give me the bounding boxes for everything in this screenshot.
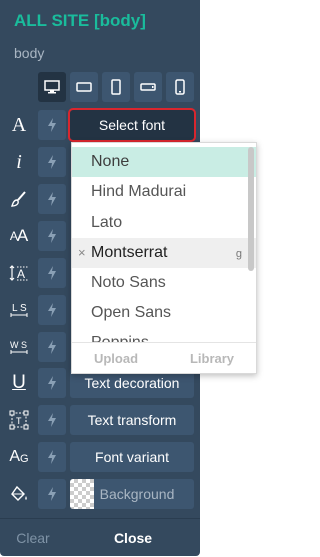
clear-button[interactable]: Clear [0,519,66,557]
tablet-portrait-view-button[interactable] [102,72,130,102]
background-row: Background [0,479,200,509]
tablet-landscape-icon [76,82,92,92]
letter-spacing-dynamic-button[interactable] [38,295,66,325]
line-height-icon: A [6,261,32,285]
font-variant-row: AG Font variant [0,442,200,472]
font-option-lato[interactable]: Lato [72,208,256,238]
brush-icon [6,187,32,211]
phone-portrait-icon [175,79,185,95]
font-dropdown: None Hind Madurai Lato × Montserrat g No… [71,142,257,374]
bolt-icon [48,340,56,354]
background-dynamic-button[interactable] [38,479,66,509]
svg-text:S: S [21,340,27,350]
panel-subtitle: body [14,45,45,61]
text-transform-row: T Text transform [0,405,200,435]
bolt-icon [48,118,56,132]
phone-portrait-view-button[interactable] [166,72,194,102]
font-family-dynamic-button[interactable] [38,110,66,140]
font-variant-dynamic-button[interactable] [38,442,66,472]
google-font-badge: g [235,248,242,260]
font-option-label: Montserrat [91,244,168,261]
upload-font-button[interactable]: Upload [72,343,160,373]
svg-text:L: L [12,303,18,314]
bolt-icon [48,266,56,280]
font-option-montserrat[interactable]: × Montserrat g [72,238,256,268]
word-spacing-icon: WS [6,335,32,359]
text-transform-dynamic-button[interactable] [38,405,66,435]
letter-spacing-icon: LS [6,298,32,322]
line-height-dynamic-button[interactable] [38,258,66,288]
panel-title: ALL SITE [body] [14,11,146,30]
font-library-button[interactable]: Library [168,343,256,373]
desktop-view-button[interactable] [38,72,66,102]
svg-text:W: W [10,340,19,350]
phone-landscape-icon [140,83,156,91]
font-option-none[interactable]: None [72,147,256,177]
dropdown-scrollbar[interactable] [248,147,254,271]
font-family-row: A Select font [0,108,200,142]
svg-text:T: T [16,416,22,426]
tablet-portrait-icon [111,79,121,95]
text-transform-icon: T [6,408,32,432]
font-size-icon: AA [9,226,29,245]
panel-footer: Clear Close [0,518,200,557]
font-style-dynamic-button[interactable] [38,147,66,177]
desktop-icon [44,80,60,94]
svg-text:S: S [20,303,27,314]
bolt-icon [48,487,56,501]
font-variant-icon: AG [9,448,29,465]
bolt-icon [48,303,56,317]
font-variant-button[interactable]: Font variant [70,442,194,472]
bolt-icon [48,413,56,427]
bolt-icon [48,155,56,169]
font-family-icon: A [11,113,27,136]
font-size-dynamic-button[interactable] [38,221,66,251]
tablet-landscape-view-button[interactable] [70,72,98,102]
text-transform-button[interactable]: Text transform [70,405,194,435]
bolt-icon [48,192,56,206]
svg-text:A: A [17,267,25,281]
phone-landscape-view-button[interactable] [134,72,162,102]
bolt-icon [48,376,56,390]
underline-icon: U [12,372,26,393]
text-decoration-dynamic-button[interactable] [38,368,66,398]
bolt-icon [48,450,56,464]
dropdown-footer: Upload Library [72,342,256,373]
font-option-open-sans[interactable]: Open Sans [72,298,256,328]
remove-font-icon[interactable]: × [78,238,86,268]
text-color-dynamic-button[interactable] [38,184,66,214]
bolt-icon [48,229,56,243]
paint-bucket-icon [6,482,32,506]
close-button[interactable]: Close [66,519,200,557]
italic-icon: i [16,150,22,173]
background-swatch[interactable] [70,479,94,509]
font-option-hind-madurai[interactable]: Hind Madurai [72,177,256,207]
word-spacing-dynamic-button[interactable] [38,332,66,362]
select-font-button[interactable]: Select font [68,108,196,142]
font-option-noto-sans[interactable]: Noto Sans [72,268,256,298]
